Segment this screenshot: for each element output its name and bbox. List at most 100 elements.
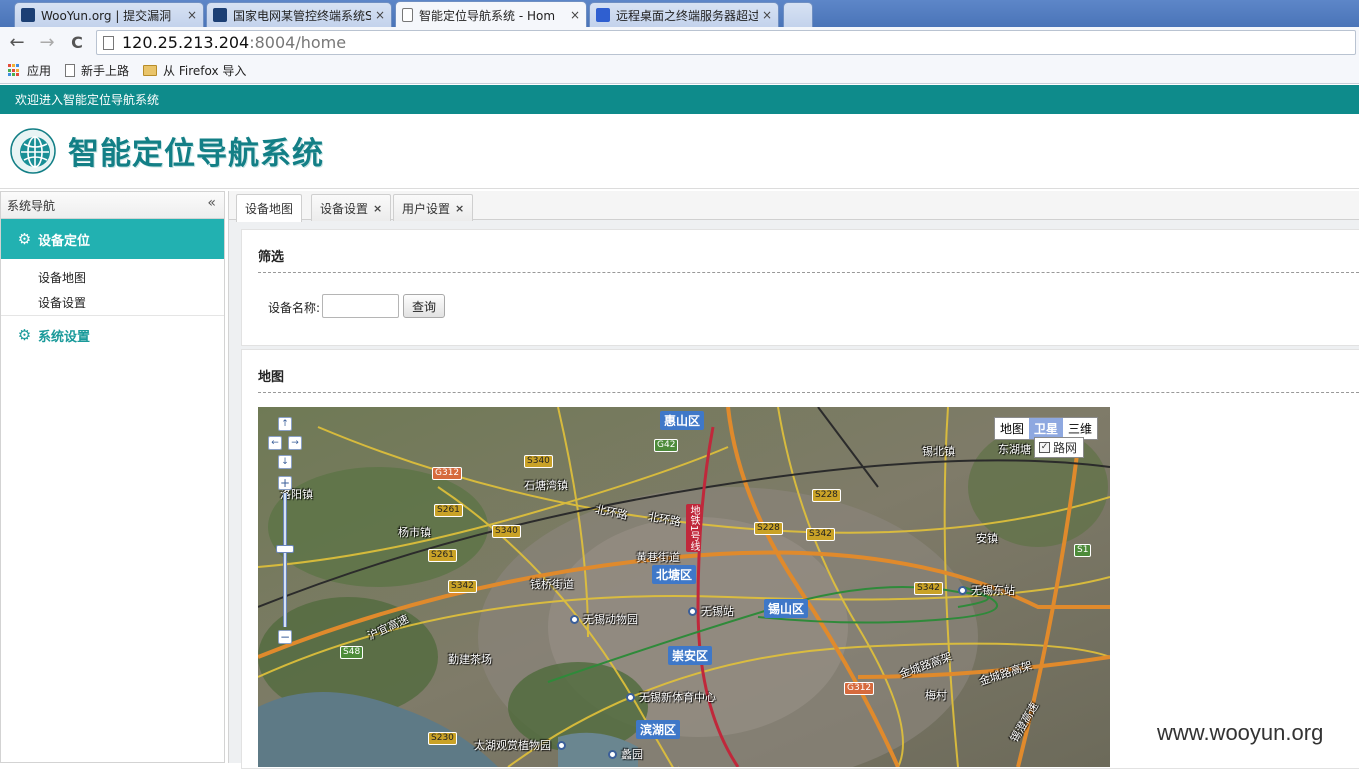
tab-label: 设备设置 <box>320 201 369 216</box>
sidebar-item-device-settings[interactable]: 设备设置 <box>1 290 224 315</box>
poi-marker[interactable]: 无锡站 <box>688 603 734 619</box>
map-panel-title: 地图 <box>258 370 285 385</box>
new-tab-button[interactable] <box>783 2 813 27</box>
tab-label: 用户设置 <box>402 201 451 216</box>
pan-right-icon[interactable]: → <box>288 436 302 450</box>
district-label: 北塘区 <box>652 565 697 584</box>
bookmark-import-firefox[interactable]: 从 Firefox 导入 <box>143 62 246 79</box>
close-tab-icon[interactable]: × <box>762 8 772 22</box>
close-tab-icon[interactable]: × <box>373 202 382 215</box>
place-label: 钱桥街道 <box>530 578 574 591</box>
poi-label: 无锡动物园 <box>583 613 638 626</box>
road-shield: S230 <box>428 732 457 745</box>
back-arrow-icon[interactable]: ← <box>4 30 30 56</box>
satellite-map[interactable]: 惠山区 北塘区 锡山区 崇安区 滨湖区 石塘湾镇 杨市镇 钱桥街道 黄巷街道 锡… <box>258 407 1110 767</box>
pan-up-icon[interactable]: ↑ <box>278 417 292 431</box>
baidu-paw-favicon-icon <box>596 8 610 22</box>
app-banner: 智能定位导航系统 <box>0 114 1359 189</box>
poi-marker[interactable]: 蠡园 <box>608 746 643 762</box>
bookmark-getting-started[interactable]: 新手上路 <box>65 62 129 79</box>
poi-pin-icon <box>688 606 697 616</box>
road-network-toggle[interactable]: ✓ 路网 <box>1033 437 1084 458</box>
address-bar[interactable]: 120.25.213.204 :8004/home <box>96 30 1356 55</box>
poi-marker[interactable]: 太湖观赏植物园 <box>474 737 570 753</box>
pan-left-icon[interactable]: ← <box>268 436 282 450</box>
pan-down-icon[interactable]: ↓ <box>278 455 292 469</box>
place-label: 东湖塘 <box>998 443 1031 456</box>
browser-tab-title: 远程桌面之终端服务器超过 <box>616 8 758 23</box>
sidebar-group-label: 系统设置 <box>38 330 91 345</box>
query-button[interactable]: 查询 <box>403 294 445 318</box>
place-label: 勤建茶场 <box>448 653 492 666</box>
checkbox-checked-icon[interactable]: ✓ <box>1038 442 1050 453</box>
device-name-input[interactable] <box>322 294 399 318</box>
road-shield: S261 <box>428 549 457 562</box>
bookmark-label: 新手上路 <box>81 64 130 78</box>
close-tab-icon[interactable]: × <box>375 8 385 22</box>
poi-marker[interactable]: 无锡动物园 <box>570 611 638 627</box>
poi-marker[interactable]: 无锡新体育中心 <box>626 689 716 705</box>
forward-arrow-icon[interactable]: → <box>34 30 60 56</box>
place-label: 锡北镇 <box>922 445 955 458</box>
road-shield: S261 <box>434 504 463 517</box>
sidebar-group-system-settings[interactable]: ⚙ 系统设置 <box>1 315 224 355</box>
road-shield: G312 <box>432 467 463 480</box>
zoom-in-icon[interactable]: + <box>278 476 292 490</box>
sidebar-header: 系统导航 « <box>1 191 224 219</box>
zoom-out-icon[interactable]: − <box>278 630 292 644</box>
district-label: 滨湖区 <box>636 720 681 739</box>
poi-pin-icon <box>557 740 566 750</box>
browser-tab-rdp[interactable]: 远程桌面之终端服务器超过 × <box>589 2 779 27</box>
poi-label: 太湖观赏植物园 <box>474 739 551 752</box>
road-shield: S340 <box>524 455 553 468</box>
page-icon <box>65 64 76 77</box>
reload-icon[interactable]: C <box>64 30 90 56</box>
map-panel: 地图 惠山区 北塘区 锡山区 崇安区 滨湖区 石塘湾镇 杨市镇 钱桥街道 黄巷街… <box>241 349 1359 769</box>
browser-tab-wooyun[interactable]: WooYun.org | 提交漏洞 × <box>14 2 204 27</box>
place-label: 梅村 <box>925 689 947 702</box>
sidebar-item-device-map[interactable]: 设备地图 <box>1 265 224 290</box>
zoom-slider[interactable] <box>283 493 287 627</box>
sidebar-group-device-location[interactable]: ⚙ 设备定位 <box>1 219 224 259</box>
bookmark-apps[interactable]: 应用 <box>8 62 51 79</box>
url-path: :8004/home <box>249 33 347 52</box>
sidebar-title: 系统导航 <box>7 198 56 213</box>
poi-pin-icon <box>570 614 579 624</box>
browser-tabstrip: WooYun.org | 提交漏洞 × 国家电网某管控终端系统S × 智能定位导… <box>0 0 1359 28</box>
road-shield: S342 <box>914 582 943 595</box>
poi-label: 无锡新体育中心 <box>639 691 716 704</box>
road-shield: G312 <box>844 682 875 695</box>
tab-user-settings[interactable]: 用户设置 × <box>393 194 474 221</box>
browser-tab-active[interactable]: 智能定位导航系统 - Hom × <box>395 1 587 28</box>
map-type-3d[interactable]: 三维 <box>1063 418 1097 439</box>
zoom-slider-handle[interactable] <box>276 545 294 553</box>
tab-device-settings[interactable]: 设备设置 × <box>311 194 392 221</box>
page-favicon-icon <box>402 8 413 22</box>
browser-tab-sgcc[interactable]: 国家电网某管控终端系统S × <box>206 2 392 27</box>
road-shield: S1 <box>1074 544 1092 557</box>
poi-marker[interactable]: 无锡东站 <box>958 582 1015 598</box>
tab-label: 设备地图 <box>245 202 294 216</box>
divider <box>258 392 1359 393</box>
poi-pin-icon <box>608 749 617 759</box>
place-label: 安镇 <box>976 532 998 545</box>
map-type-satellite[interactable]: 卫星 <box>1028 418 1063 439</box>
close-tab-icon[interactable]: × <box>187 8 197 22</box>
road-shield: S340 <box>492 525 521 538</box>
filter-panel-title: 筛选 <box>258 250 285 265</box>
collapse-sidebar-icon[interactable]: « <box>207 195 216 211</box>
map-type-map[interactable]: 地图 <box>995 418 1029 439</box>
folder-icon <box>143 65 158 76</box>
poi-label: 无锡站 <box>701 605 734 618</box>
browser-toolbar: ← → C 120.25.213.204 :8004/home <box>0 27 1359 58</box>
page-icon <box>103 35 114 50</box>
close-tab-icon[interactable]: × <box>455 202 464 215</box>
bookmarks-bar: 应用 新手上路 从 Firefox 导入 <box>0 58 1359 84</box>
browser-tab-title: WooYun.org | 提交漏洞 <box>41 8 172 23</box>
filter-panel: 筛选 设备名称: 查询 <box>241 229 1359 346</box>
poi-pin-icon <box>958 585 967 595</box>
tab-device-map[interactable]: 设备地图 <box>236 194 303 222</box>
road-network-label: 路网 <box>1052 441 1077 455</box>
road-shield: S48 <box>340 646 364 659</box>
close-tab-icon[interactable]: × <box>570 8 580 22</box>
